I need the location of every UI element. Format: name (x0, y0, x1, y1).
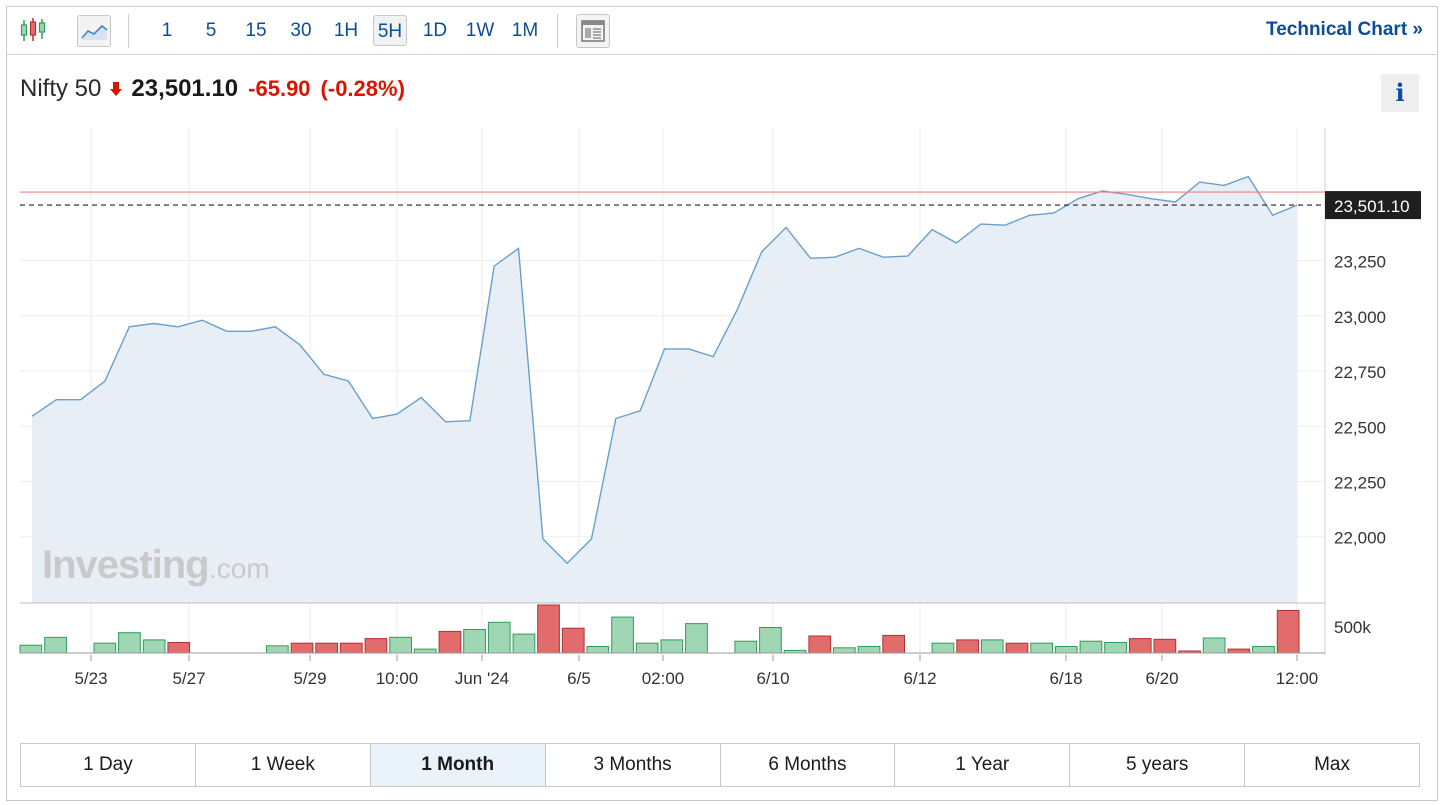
volume-bar (611, 616, 634, 654)
volume-pane: 500k (19, 604, 1371, 654)
range-5-years[interactable]: 5 years (1070, 744, 1246, 786)
volume-bar (438, 630, 462, 654)
volume-bar (685, 623, 708, 654)
y-tick-label: 22,500 (1334, 418, 1386, 437)
volume-bar (980, 639, 1004, 654)
volume-bar (956, 639, 979, 654)
volume-bar (660, 639, 684, 654)
volume-bar (1202, 637, 1226, 654)
y-tick-label: 22,250 (1334, 473, 1386, 492)
volume-bar (44, 636, 67, 654)
volume-bar (118, 632, 141, 654)
volume-bar (512, 633, 536, 654)
price-area (32, 176, 1297, 603)
volume-bar (389, 636, 412, 654)
range-max[interactable]: Max (1245, 744, 1419, 786)
volume-bar (1054, 646, 1078, 654)
watermark-brand: Investing (42, 543, 209, 587)
range-6-months[interactable]: 6 Months (721, 744, 896, 786)
volume-bar (487, 621, 511, 654)
volume-bar (315, 642, 338, 654)
y-axis: 22,000 22,250 22,500 22,750 23,000 23,250 (1334, 253, 1386, 548)
volume-bar (19, 644, 43, 654)
volume-bar (1153, 638, 1177, 654)
x-tick-label: 6/18 (1049, 669, 1082, 688)
y-tick-label: 22,750 (1334, 363, 1386, 382)
x-tick-label: Jun '24 (455, 669, 509, 688)
volume-bar (1276, 610, 1300, 654)
range-3-months[interactable]: 3 Months (546, 744, 721, 786)
last-price-label-group: 23,501.10 (1325, 191, 1421, 220)
x-tick-label: 5/27 (172, 669, 205, 688)
volume-bar (93, 642, 117, 654)
x-tick-label: 02:00 (642, 669, 685, 688)
volume-bar (808, 635, 832, 654)
volume-bar (1128, 638, 1152, 654)
x-axis: 5/23 5/27 5/29 10:00 Jun '24 6/5 02:00 6/10 6/12… (74, 655, 1318, 688)
volume-bar (857, 646, 881, 654)
x-tick-label: 5/29 (293, 669, 326, 688)
volume-bar (759, 627, 782, 654)
volume-bar (1252, 646, 1275, 654)
x-tick-label: 5/23 (74, 669, 107, 688)
volume-bar (537, 604, 560, 654)
volume-bar (1030, 642, 1054, 654)
x-tick-label: 6/12 (903, 669, 936, 688)
volume-bar (340, 642, 363, 654)
volume-bar (586, 646, 610, 654)
last-price-badge-label: 23,501.10 (1334, 197, 1410, 216)
volume-bar (142, 639, 166, 654)
volume-bar (882, 634, 905, 654)
volume-axis-label: 500k (1334, 618, 1371, 637)
volume-bar (1005, 642, 1029, 654)
x-tick-label: 6/10 (756, 669, 789, 688)
volume-bar (931, 642, 955, 654)
y-tick-label: 22,000 (1334, 529, 1386, 548)
volume-bar (167, 642, 191, 654)
range-1-year[interactable]: 1 Year (895, 744, 1071, 786)
watermark-suffix: .com (209, 553, 270, 584)
price-chart: 22,000 22,250 22,500 22,750 23,000 23,250 23,… (19, 128, 1421, 688)
range-1-day[interactable]: 1 Day (21, 744, 196, 786)
x-tick-label: 12:00 (1276, 669, 1319, 688)
y-tick-label: 23,000 (1334, 308, 1386, 327)
volume-bar (1227, 648, 1251, 654)
range-1-week[interactable]: 1 Week (196, 744, 371, 786)
volume-bar (561, 627, 585, 654)
range-1-month[interactable]: 1 Month (370, 744, 546, 786)
volume-bar (1079, 640, 1103, 654)
volume-bar (833, 647, 856, 654)
volume-bar (734, 640, 758, 654)
range-selector: 1 Day 1 Week 1 Month 3 Months 6 Months 1 Year… (20, 743, 1420, 787)
volume-bar (463, 629, 486, 654)
volume-bar (1104, 642, 1127, 654)
volume-bar (413, 648, 437, 654)
x-tick-label: 6/20 (1145, 669, 1178, 688)
volume-bar (364, 638, 388, 654)
volume-bar (635, 642, 659, 654)
x-tick-label: 6/5 (567, 669, 591, 688)
x-tick-label: 10:00 (376, 669, 419, 688)
y-tick-label: 23,250 (1334, 253, 1386, 272)
volume-bar (266, 645, 289, 654)
volume-bar (290, 642, 314, 654)
